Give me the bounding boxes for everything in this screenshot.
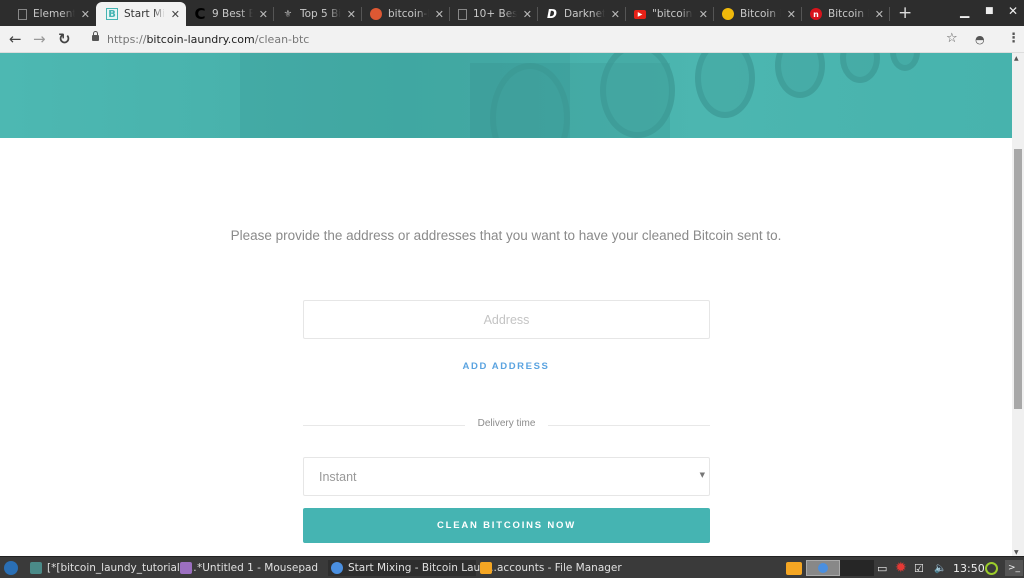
menu-dots-icon[interactable]: ⋮ — [1007, 31, 1020, 46]
emblem-icon: ⚜ — [283, 8, 293, 20]
duckduckgo-icon — [370, 8, 382, 20]
workspace-folder-icon[interactable] — [786, 560, 802, 576]
desktop-taskbar: [*[bitcoin_laundy_tutorial1... *Untitled… — [0, 556, 1024, 578]
folder-icon — [480, 562, 492, 574]
tab-youtube[interactable]: ▶ "bitcoin- ✕ — [626, 2, 714, 26]
close-tab-icon[interactable]: ✕ — [875, 8, 884, 21]
washing-machine-drum — [840, 53, 880, 83]
taskbar-item-mousepad[interactable]: *Untitled 1 - Mousepad — [180, 560, 318, 576]
chromium-icon — [818, 563, 828, 573]
taskbar-item-browser[interactable]: Start Mixing - Bitcoin Laun... — [328, 560, 497, 576]
tab-darknet[interactable]: D Darknet ✕ — [538, 2, 626, 26]
browser-toolbar: ← → ↻ https://bitcoin-laundry.com/clean-… — [0, 26, 1024, 53]
delivery-time-value: Instant — [319, 470, 357, 484]
minimize-icon[interactable]: ▁ — [960, 4, 969, 18]
update-alert-icon[interactable]: ✹ — [895, 560, 907, 576]
mousepad-icon — [180, 562, 192, 574]
browser-tab-strip: Element ✕ B Start Mix ✕ C 9 Best B ✕ ⚜ T… — [0, 0, 1024, 26]
bookmark-star-icon[interactable]: ☆ — [946, 31, 958, 46]
dropdown-arrow-icon: ▼ — [699, 471, 705, 479]
scrollbar-thumb[interactable] — [1014, 149, 1022, 409]
chromium-icon — [331, 562, 343, 574]
clipboard-icon[interactable]: ☑ — [914, 560, 924, 576]
reload-icon[interactable]: ↻ — [58, 30, 71, 48]
tab-start-mixing[interactable]: B Start Mix ✕ — [96, 2, 186, 26]
close-tab-icon[interactable]: ✕ — [81, 8, 90, 21]
address-input[interactable] — [303, 300, 710, 339]
red-n-icon: n — [810, 8, 822, 20]
app-menu-button[interactable] — [4, 560, 23, 576]
clean-bitcoins-button[interactable]: CLEAN BITCOINS NOW — [303, 508, 710, 543]
lock-icon — [92, 31, 99, 41]
tab-bitcoin-l-1[interactable]: Bitcoin L ✕ — [714, 2, 802, 26]
back-arrow-icon[interactable]: ← — [9, 30, 22, 48]
image-editor-icon — [30, 562, 42, 574]
washing-machine-drum — [775, 53, 825, 98]
delivery-time-label: Delivery time — [477, 418, 536, 429]
document-icon — [18, 8, 27, 20]
close-tab-icon[interactable]: ✕ — [699, 8, 708, 21]
c-logo-icon: C — [194, 5, 206, 23]
close-tab-icon[interactable]: ✕ — [259, 8, 268, 21]
clock: 13:50 — [953, 561, 985, 575]
workspace-2[interactable] — [840, 560, 874, 576]
document-icon — [458, 8, 467, 20]
maximize-icon[interactable]: ■ — [985, 6, 994, 16]
tab-bitcoin-la[interactable]: bitcoin-la ✕ — [362, 2, 450, 26]
tab-bitcoin-l-2[interactable]: n Bitcoin L ✕ — [802, 2, 890, 26]
app-menu-icon — [4, 561, 18, 575]
hero-banner-image — [0, 53, 1012, 138]
taskbar-item-file-manager[interactable]: accounts - File Manager — [480, 560, 622, 576]
b-logo-icon: B — [106, 8, 118, 20]
terminal-icon[interactable]: >_ — [1005, 560, 1024, 576]
close-tab-icon[interactable]: ✕ — [435, 8, 444, 21]
tab-10-best[interactable]: 10+ Best ✕ — [450, 2, 538, 26]
coin-icon — [722, 8, 734, 20]
power-icon[interactable] — [985, 560, 998, 576]
d-logo-icon: D — [547, 7, 557, 21]
instructions-text: Please provide the address or addresses … — [230, 228, 782, 243]
close-tab-icon[interactable]: ✕ — [171, 8, 180, 21]
display-icon[interactable]: ▭ — [877, 560, 887, 576]
close-tab-icon[interactable]: ✕ — [611, 8, 620, 21]
close-tab-icon[interactable]: ✕ — [523, 8, 532, 21]
taskbar-item-image-editor[interactable]: [*[bitcoin_laundy_tutorial1... — [30, 560, 197, 576]
washing-machine-drum — [695, 53, 755, 118]
volume-icon[interactable]: 🔈 — [934, 560, 946, 576]
address-bar[interactable]: https://bitcoin-laundry.com/clean-btc — [107, 33, 309, 46]
page-scrollbar[interactable]: ▲ ▼ — [1012, 53, 1024, 556]
tab-element[interactable]: Element ✕ — [0, 2, 96, 26]
tab-9-best[interactable]: C 9 Best B ✕ — [186, 2, 274, 26]
delivery-time-divider: Delivery time — [303, 418, 710, 429]
delivery-time-select[interactable]: Instant ▼ — [303, 457, 710, 496]
scroll-up-icon[interactable]: ▲ — [1014, 55, 1019, 62]
forward-arrow-icon[interactable]: → — [33, 30, 46, 48]
tab-top-5[interactable]: ⚜ Top 5 Bit ✕ — [274, 2, 362, 26]
page-viewport: Please provide the address or addresses … — [0, 53, 1012, 556]
close-window-icon[interactable]: ✕ — [1008, 4, 1018, 18]
washing-machine-drum — [890, 53, 920, 71]
incognito-icon[interactable]: ◓ — [975, 33, 985, 46]
close-tab-icon[interactable]: ✕ — [787, 8, 796, 21]
workspace-1[interactable] — [806, 560, 840, 576]
add-address-link[interactable]: ADD ADDRESS — [0, 361, 1012, 372]
new-tab-button[interactable]: + — [898, 3, 912, 23]
close-tab-icon[interactable]: ✕ — [347, 8, 356, 21]
scroll-down-icon[interactable]: ▼ — [1014, 549, 1019, 556]
youtube-icon: ▶ — [634, 9, 646, 19]
